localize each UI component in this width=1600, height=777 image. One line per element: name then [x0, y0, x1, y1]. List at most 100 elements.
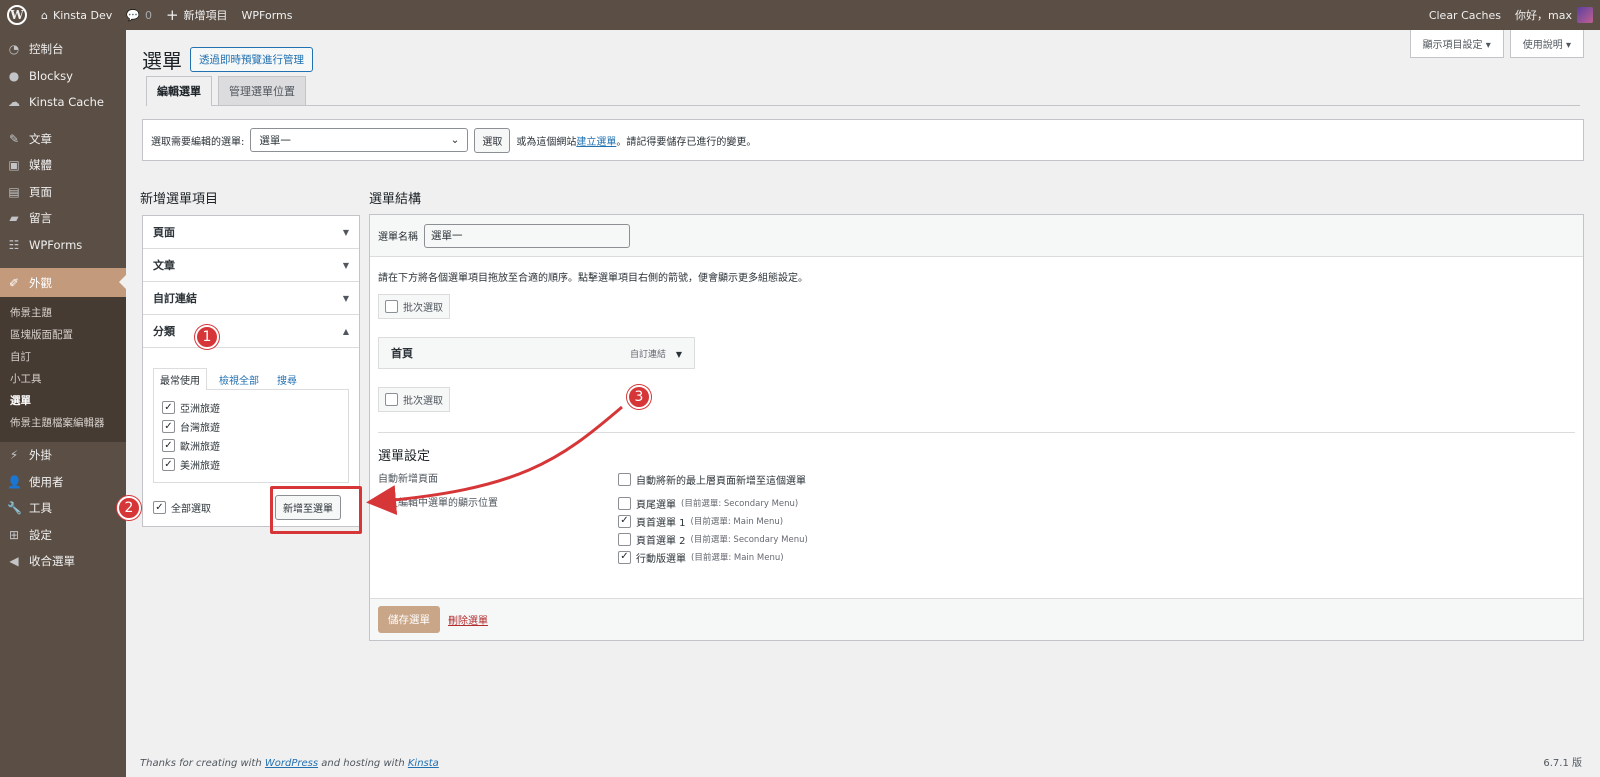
- tab-edit-menus[interactable]: 編輯選單: [146, 76, 212, 106]
- site-name-link[interactable]: ⌂ Kinsta Dev: [34, 0, 119, 30]
- caret-down-icon: ▾: [1485, 40, 1491, 51]
- drag-instructions: 請在下方將各個選單項目拖放至合適的順序。點擊選單項目右側的箭號，便會顯示更多組態…: [378, 273, 808, 284]
- tab-most-used[interactable]: 最常使用: [153, 368, 207, 390]
- location-checkbox[interactable]: [618, 532, 631, 546]
- triangle-down-icon: ▼: [342, 293, 349, 303]
- sidebar-item-wpforms[interactable]: ☷ WPForms: [0, 232, 126, 259]
- auto-add-checkbox[interactable]: [618, 472, 631, 486]
- sidebar-item-kinsta-cache[interactable]: ☁ Kinsta Cache: [0, 89, 126, 116]
- submenu-block-patterns[interactable]: 區塊版面配置: [0, 324, 126, 346]
- accordion-categories[interactable]: 分類 ▲: [143, 315, 359, 348]
- sidebar-item-users[interactable]: 👤 使用者: [0, 469, 126, 496]
- submenu-customize[interactable]: 自訂: [0, 346, 126, 368]
- category-checkbox[interactable]: ✓: [162, 458, 175, 471]
- wordpress-link[interactable]: WordPress: [265, 758, 318, 769]
- menu-select-dropdown[interactable]: 選單一 ⌄: [250, 128, 469, 152]
- bulk-checkbox[interactable]: [385, 300, 398, 313]
- wrench-icon: 🔧: [7, 501, 22, 516]
- accordion-custom-links[interactable]: 自訂連結 ▼: [143, 282, 359, 315]
- appearance-submenu: 佈景主題 區塊版面配置 自訂 小工具 選單 佈景主題檔案編輯器: [0, 297, 126, 442]
- location-checkbox[interactable]: ✓: [618, 550, 631, 564]
- auto-add-option[interactable]: 自動將新的最上層頁面新增至這個選單: [618, 470, 806, 488]
- create-menu-link[interactable]: 建立選單: [576, 137, 616, 148]
- save-menu-button[interactable]: 儲存選單: [378, 606, 440, 633]
- annotation-badge-1: 1: [195, 325, 219, 349]
- accordion-pages[interactable]: 頁面 ▼: [143, 216, 359, 249]
- category-subtabs: 最常使用 檢視全部 搜尋: [153, 368, 349, 390]
- tab-view-all[interactable]: 檢視全部: [213, 369, 265, 390]
- plus-icon: +: [165, 6, 179, 24]
- bulk-select-bottom[interactable]: 批次選取: [378, 387, 450, 412]
- category-checkbox[interactable]: ✓: [162, 401, 175, 414]
- screen-options-button[interactable]: 顯示項目設定 ▾: [1409, 30, 1504, 58]
- bulk-select-top-wrap: 批次選取: [378, 294, 1575, 319]
- bulk-checkbox[interactable]: [385, 393, 398, 406]
- menu-item-home[interactable]: 首頁 自訂連結 ▼: [378, 337, 695, 369]
- caret-down-icon: ▾: [1565, 40, 1571, 51]
- cloud-icon: ☁: [8, 95, 20, 110]
- list-item: ✓ 歐洲旅遊: [162, 436, 340, 455]
- wordpress-logo-menu[interactable]: W: [0, 0, 34, 30]
- dashboard-icon: ◔: [8, 42, 20, 57]
- location-checkbox[interactable]: [618, 496, 631, 510]
- brush-icon: ✐: [8, 275, 20, 290]
- menu-items-wrap: 首頁 自訂連結 ▼: [378, 337, 1575, 369]
- location-footer[interactable]: 頁尾選單 (目前選單: Secondary Menu): [618, 494, 808, 512]
- sidebar-item-media[interactable]: ▣ 媒體: [0, 152, 126, 179]
- sidebar-item-collapse[interactable]: ◀ 收合選單: [0, 548, 126, 575]
- location-header-2[interactable]: 頁首選單 2 (目前選單: Secondary Menu): [618, 530, 808, 548]
- menu-structure-panel: 選單名稱 選單一 請在下方將各個選單項目拖放至合適的順序。點擊選單項目右側的箭號…: [369, 214, 1584, 641]
- location-mobile[interactable]: ✓ 行動版選單 (目前選單: Main Menu): [618, 548, 808, 566]
- triangle-down-icon: ▼: [342, 227, 349, 237]
- sidebar-item-pages[interactable]: ▤ 頁面: [0, 179, 126, 206]
- sidebar-item-dashboard[interactable]: ◔ 控制台: [0, 36, 126, 63]
- location-header-1[interactable]: ✓ 頁首選單 1 (目前選單: Main Menu): [618, 512, 808, 530]
- main-content: 顯示項目設定 ▾ 使用說明 ▾ 選單 透過即時預覽進行管理 編輯選單 管理選單位…: [126, 30, 1600, 777]
- sidebar-item-plugins[interactable]: ⚡ 外掛: [0, 442, 126, 469]
- bulk-select-bottom-wrap: 批次選取: [378, 387, 1575, 412]
- menu-structure-body: 請在下方將各個選單項目拖放至合適的順序。點擊選單項目右側的箭號，便會顯示更多組態…: [370, 257, 1583, 566]
- admin-footer: Thanks for creating with WordPress and h…: [140, 758, 439, 769]
- delete-menu-link[interactable]: 刪除選單: [448, 612, 488, 627]
- select-all-control[interactable]: ✓ 全部選取: [153, 500, 211, 515]
- forms-icon: ☷: [8, 237, 20, 252]
- wpforms-link[interactable]: WPForms: [235, 0, 300, 30]
- triangle-down-icon[interactable]: ▼: [676, 350, 682, 359]
- live-preview-button[interactable]: 透過即時預覽進行管理: [190, 47, 313, 72]
- location-checkbox[interactable]: ✓: [618, 514, 631, 528]
- tab-search[interactable]: 搜尋: [271, 369, 303, 390]
- sidebar-item-blocksy[interactable]: ● Blocksy: [0, 63, 126, 90]
- submenu-menus[interactable]: 選單: [0, 390, 126, 412]
- list-item: ✓ 台灣旅遊: [162, 417, 340, 436]
- comments-link[interactable]: 💬 0: [119, 0, 159, 30]
- admin-bar: W ⌂ Kinsta Dev 💬 0 + 新增項目 WPForms Clear Cac…: [0, 0, 1600, 30]
- select-menu-button[interactable]: 選取: [474, 127, 511, 153]
- sidebar-item-settings[interactable]: ⊞ 設定: [0, 522, 126, 549]
- submenu-theme-editor[interactable]: 佈景主題檔案編輯器: [0, 412, 126, 434]
- sidebar-item-appearance[interactable]: ✐ 外觀: [0, 268, 126, 297]
- auto-add-row: 自動新增頁面 自動將新的最上層頁面新增至這個選單: [378, 470, 1575, 488]
- account-menu[interactable]: 你好，max: [1508, 0, 1600, 30]
- menu-name-input[interactable]: 選單一: [424, 223, 630, 248]
- settings-icon: ⊞: [8, 527, 20, 542]
- kinsta-link[interactable]: Kinsta: [408, 758, 439, 769]
- help-button[interactable]: 使用說明 ▾: [1509, 30, 1584, 58]
- home-icon: ⌂: [41, 8, 48, 22]
- sidebar-item-tools[interactable]: 🔧 工具: [0, 495, 126, 522]
- sidebar-item-comments[interactable]: ▰ 留言: [0, 205, 126, 232]
- category-checkbox[interactable]: ✓: [162, 420, 175, 433]
- submenu-themes[interactable]: 佈景主題: [0, 302, 126, 324]
- accordion-posts[interactable]: 文章 ▼: [143, 249, 359, 282]
- clear-caches-link[interactable]: Clear Caches: [1422, 0, 1508, 30]
- category-checkbox[interactable]: ✓: [162, 439, 175, 452]
- submenu-widgets[interactable]: 小工具: [0, 368, 126, 390]
- tab-manage-locations[interactable]: 管理選單位置: [218, 76, 306, 105]
- menu-name-label: 選單名稱: [378, 232, 418, 243]
- menu-structure-footer: 儲存選單 刪除選單: [370, 598, 1583, 640]
- select-all-checkbox[interactable]: ✓: [153, 501, 166, 514]
- annotation-badge-2: 2: [117, 496, 141, 520]
- sidebar-item-posts[interactable]: ✎ 文章: [0, 126, 126, 153]
- new-content-link[interactable]: + 新增項目: [159, 0, 235, 30]
- bulk-select-top[interactable]: 批次選取: [378, 294, 450, 319]
- chevron-down-icon: ⌄: [450, 134, 460, 146]
